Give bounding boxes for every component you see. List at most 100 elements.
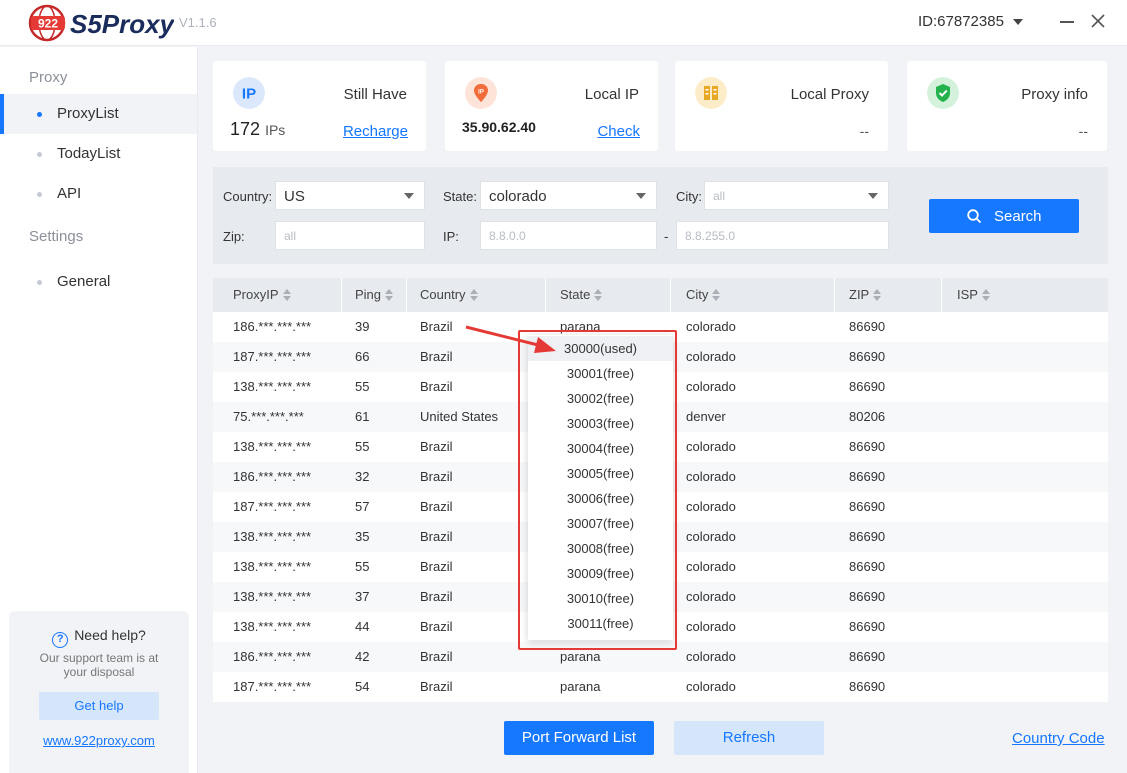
cell-city: colorado — [686, 649, 736, 664]
cell-zip: 86690 — [849, 439, 886, 454]
cell-country: Brazil — [420, 319, 453, 334]
cell-proxyip: 138.***.***.*** — [233, 589, 312, 604]
ip-from-input[interactable]: 8.8.0.0 — [480, 221, 657, 250]
card-proxy-info: Proxy info -- — [907, 61, 1107, 151]
cell-country: Brazil — [420, 439, 453, 454]
port-option[interactable]: 30009(free) — [528, 561, 673, 586]
column-header-zip[interactable]: ZIP — [849, 278, 882, 312]
local-proxy-value: -- — [859, 123, 869, 139]
search-button[interactable]: Search — [929, 199, 1079, 233]
cell-city: colorado — [686, 679, 736, 694]
website-link[interactable]: www.922proxy.com — [9, 733, 189, 748]
cell-zip: 86690 — [849, 679, 886, 694]
cell-city: colorado — [686, 619, 736, 634]
cell-zip: 86690 — [849, 559, 886, 574]
sort-icon — [873, 289, 882, 301]
column-header-city[interactable]: City — [686, 278, 721, 312]
column-header-isp[interactable]: ISP — [957, 278, 990, 312]
sidebar-item-api[interactable]: API — [0, 174, 197, 214]
cell-city: denver — [686, 409, 726, 424]
sidebar-item-label: General — [57, 273, 111, 290]
minimize-icon[interactable] — [1057, 11, 1077, 31]
port-option[interactable]: 30007(free) — [528, 511, 673, 536]
sort-icon — [385, 289, 394, 301]
cell-ping: 61 — [355, 409, 370, 424]
cell-zip: 86690 — [849, 649, 886, 664]
sidebar-item-label: ProxyList — [57, 105, 119, 122]
country-select[interactable]: US — [275, 181, 425, 210]
bullet-icon — [37, 192, 42, 197]
close-icon[interactable] — [1088, 11, 1108, 31]
cell-country: Brazil — [420, 619, 453, 634]
column-header-proxyip[interactable]: ProxyIP — [233, 278, 291, 312]
country-code-link[interactable]: Country Code — [1012, 730, 1105, 747]
port-option[interactable]: 30001(free) — [528, 361, 673, 386]
port-option[interactable]: 30006(free) — [528, 486, 673, 511]
sidebar-item-todaylist[interactable]: TodayList — [0, 134, 197, 174]
sidebar-item-proxylist[interactable]: ProxyList — [0, 94, 197, 134]
chevron-down-icon[interactable] — [1013, 19, 1023, 25]
help-panel: ? Need help? Our support team is at your … — [9, 611, 189, 773]
cell-city: colorado — [686, 589, 736, 604]
port-option[interactable]: 30003(free) — [528, 411, 673, 436]
sidebar-item-label: API — [57, 185, 82, 202]
port-option[interactable]: 30010(free) — [528, 586, 673, 611]
card-title: Local IP — [584, 86, 639, 103]
sidebar-item-general[interactable]: General — [0, 262, 197, 302]
ip-label: IP: — [443, 229, 459, 244]
cell-city: colorado — [686, 469, 736, 484]
recharge-link[interactable]: Recharge — [343, 123, 408, 140]
country-label: Country: — [223, 189, 273, 204]
logo-badge-text: 922 — [38, 17, 58, 31]
cell-proxyip: 138.***.***.*** — [233, 619, 312, 634]
logo-wordmark: S5Proxy — [70, 9, 174, 39]
sort-icon — [712, 289, 721, 301]
app-logo: 922 S5Proxy — [28, 4, 174, 42]
port-option[interactable]: 30002(free) — [528, 386, 673, 411]
column-header-state[interactable]: State — [560, 278, 603, 312]
refresh-button[interactable]: Refresh — [674, 721, 824, 755]
zip-input[interactable]: all — [275, 221, 425, 250]
port-option[interactable]: 30005(free) — [528, 461, 673, 486]
bullet-icon — [37, 152, 42, 157]
city-select[interactable]: all — [704, 181, 889, 210]
column-header-country[interactable]: Country — [420, 278, 478, 312]
port-option[interactable]: 30008(free) — [528, 536, 673, 561]
chevron-down-icon — [404, 193, 414, 199]
port-forward-list-button[interactable]: Port Forward List — [504, 721, 654, 755]
table-row[interactable]: 187.***.***.*** 54 Brazil parana colorado 866… — [213, 672, 1108, 702]
state-select[interactable]: colorado — [480, 181, 657, 210]
ip-to-input[interactable]: 8.8.255.0 — [676, 221, 889, 250]
table-header: ProxyIP Ping Country State City ZIP ISP — [213, 278, 1108, 312]
title-bar: 922 S5Proxy V1.1.6 ID:67872385 — [0, 0, 1127, 46]
sort-icon — [594, 289, 603, 301]
cell-zip: 80206 — [849, 409, 886, 424]
get-help-button[interactable]: Get help — [39, 692, 159, 720]
sidebar-item-label: TodayList — [57, 145, 121, 162]
check-link[interactable]: Check — [597, 123, 640, 140]
cell-country: Brazil — [420, 559, 453, 574]
cell-proxyip: 138.***.***.*** — [233, 439, 312, 454]
cell-zip: 86690 — [849, 379, 886, 394]
cell-city: colorado — [686, 439, 736, 454]
card-local-proxy: Local Proxy -- — [675, 61, 888, 151]
column-header-ping[interactable]: Ping — [355, 278, 394, 312]
cell-proxyip: 138.***.***.*** — [233, 379, 312, 394]
account-id[interactable]: ID:67872385 — [918, 13, 1004, 30]
cell-city: colorado — [686, 499, 736, 514]
cell-proxyip: 187.***.***.*** — [233, 679, 312, 694]
port-option[interactable]: 30011(free) — [528, 611, 673, 636]
cell-country: Brazil — [420, 529, 453, 544]
table-row[interactable]: 186.***.***.*** 42 Brazil parana colorado 866… — [213, 642, 1108, 672]
cell-ping: 35 — [355, 529, 370, 544]
cell-zip: 86690 — [849, 469, 886, 484]
cell-city: colorado — [686, 349, 736, 364]
cell-zip: 86690 — [849, 529, 886, 544]
filter-panel: Country: US State: colorado City: all Zi… — [213, 167, 1108, 264]
port-option[interactable]: 30004(free) — [528, 436, 673, 461]
cell-proxyip: 187.***.***.*** — [233, 499, 312, 514]
bullet-icon — [37, 280, 42, 285]
port-option[interactable]: 30000(used) — [528, 336, 673, 361]
cell-zip: 86690 — [849, 499, 886, 514]
chevron-down-icon — [636, 193, 646, 199]
